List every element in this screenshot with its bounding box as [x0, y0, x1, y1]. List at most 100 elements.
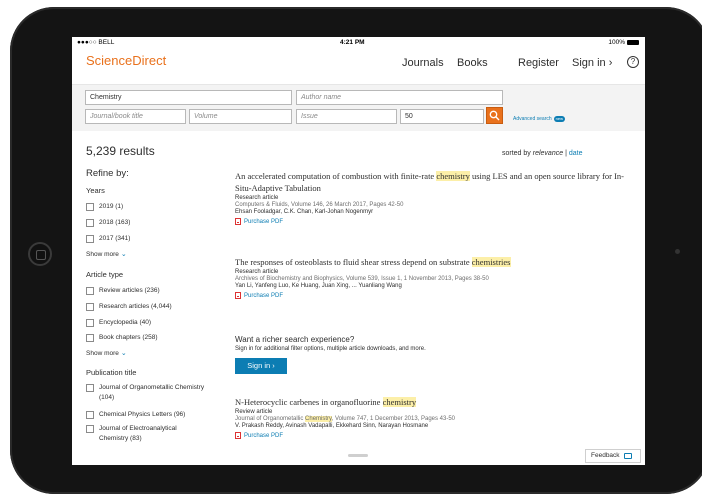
author-input[interactable]: Author name	[296, 90, 503, 105]
promo-title: Want a richer search experience?	[235, 335, 355, 344]
pdf-icon	[235, 432, 241, 439]
article-type: Research article	[235, 269, 279, 275]
article-type-heading: Article type	[86, 270, 124, 279]
years-show-more[interactable]: Show more ⌄	[86, 250, 127, 258]
filter-journal-organometallic[interactable]: Journal of Organometallic Chemistry (104…	[86, 383, 206, 403]
nav-books[interactable]: Books	[457, 57, 488, 69]
checkbox[interactable]	[86, 425, 94, 433]
keywords-input[interactable]: Chemistry	[85, 90, 292, 105]
feedback-button[interactable]: Feedback	[585, 449, 641, 463]
nav-register[interactable]: Register	[518, 57, 559, 69]
advanced-search-label: Advanced search	[513, 116, 552, 122]
checkbox[interactable]	[86, 411, 94, 419]
filter-label: Research articles (4,044)	[99, 303, 172, 310]
filter-encyclopedia[interactable]: Encyclopedia (40)	[86, 318, 206, 328]
pdf-icon	[235, 292, 241, 299]
help-icon[interactable]: ?	[627, 56, 639, 68]
filter-year-2019[interactable]: 2019 (1)	[86, 202, 206, 212]
title-highlight: chemistry	[436, 171, 470, 181]
promo-sign-in-button[interactable]: Sign in ›	[235, 358, 287, 374]
issue-input[interactable]: Issue	[296, 109, 397, 124]
purchase-pdf-link[interactable]: Purchase PDF	[235, 292, 635, 299]
checkbox[interactable]	[86, 203, 94, 211]
refine-heading: Refine by:	[86, 168, 129, 179]
article-authors: Yan Li, Yanfeng Luo, Ke Huang, Juan Xing…	[235, 283, 402, 289]
article-authors: Ehsan Fooladgar, C.K. Chan, Karl-Johan N…	[235, 209, 374, 215]
home-button[interactable]	[28, 242, 52, 266]
checkbox[interactable]	[86, 319, 94, 327]
filter-label: 2018 (163)	[99, 219, 131, 226]
article-source[interactable]: Archives of Biochemistry and Biophysics,…	[235, 276, 635, 282]
search-button[interactable]	[486, 107, 503, 124]
title-text: An accelerated computation of combustion…	[235, 171, 437, 181]
sciencedirect-logo[interactable]: ScienceDirect	[86, 53, 166, 68]
checkbox[interactable]	[86, 334, 94, 342]
result-item: The responses of osteoblasts to fluid sh…	[235, 256, 635, 299]
article-authors: V. Prakash Reddy, Avinash Vadapalli, Ekk…	[235, 423, 429, 429]
search-icon	[489, 110, 500, 121]
filter-research-articles[interactable]: Research articles (4,044)	[86, 302, 206, 312]
checkbox[interactable]	[86, 384, 94, 392]
sort-date-link[interactable]: date	[569, 150, 583, 157]
volume-input[interactable]: Volume	[189, 109, 292, 124]
filter-year-2017[interactable]: 2017 (341)	[86, 234, 206, 244]
source-text: Journal of Organometallic	[235, 416, 306, 422]
filter-label: Encyclopedia (40)	[99, 319, 152, 326]
chevron-down-icon: ⌄	[120, 350, 127, 357]
chevron-down-icon: ⌄	[120, 251, 127, 258]
source-text: , Volume 747, 1 December 2013, Pages 43-…	[331, 416, 456, 422]
pages-input[interactable]: 50	[400, 109, 484, 124]
show-more-label: Show more	[86, 251, 119, 258]
result-title[interactable]: N-Heterocyclic carbenes in organofluorin…	[235, 396, 635, 408]
camera-dot	[675, 249, 680, 254]
filter-journal-electroanalytical[interactable]: Journal of Electroanalytical Chemistry (…	[86, 424, 206, 444]
feedback-label: Feedback	[591, 452, 620, 459]
checkbox[interactable]	[86, 303, 94, 311]
purchase-pdf-link[interactable]: Purchase PDF	[235, 218, 635, 225]
screen: ●●●○○ BELL 4:21 PM 100% ScienceDirect Jo…	[72, 37, 645, 465]
nav-sign-in-label: Sign in	[572, 57, 606, 69]
checkbox[interactable]	[86, 287, 94, 295]
filter-label: Journal of Organometallic Chemistry (104…	[99, 384, 205, 401]
purchase-pdf-label: Purchase PDF	[244, 432, 284, 439]
journal-title-input[interactable]: Journal/book title	[85, 109, 186, 124]
filter-year-2018[interactable]: 2018 (163)	[86, 218, 206, 228]
battery-indicator: 100%	[608, 39, 639, 46]
sort-relevance[interactable]: relevance	[533, 150, 563, 157]
sort-separator: |	[565, 150, 567, 157]
filter-label: Chemical Physics Letters (96)	[99, 411, 186, 418]
carrier-label: ●●●○○ BELL	[77, 39, 115, 46]
result-item: N-Heterocyclic carbenes in organofluorin…	[235, 396, 635, 439]
clock: 4:21 PM	[340, 39, 365, 46]
advanced-search-link[interactable]: Advanced search new	[513, 116, 565, 122]
search-form: Chemistry Author name Journal/book title…	[72, 85, 645, 131]
filter-chemical-physics-letters[interactable]: Chemical Physics Letters (96)	[86, 410, 206, 420]
promo-subtitle: Sign in for additional filter options, m…	[235, 346, 426, 352]
checkbox[interactable]	[86, 235, 94, 243]
battery-icon	[627, 40, 639, 45]
article-type-show-more[interactable]: Show more ⌄	[86, 349, 127, 357]
filter-label: Journal of Electroanalytical Chemistry (…	[99, 425, 177, 442]
sort-prefix: sorted by	[502, 150, 531, 157]
filter-label: Book chapters (258)	[99, 334, 158, 341]
nav-sign-in[interactable]: Sign in ›	[572, 57, 612, 69]
checkbox[interactable]	[86, 219, 94, 227]
sign-in-promo: Want a richer search experience? Sign in…	[235, 335, 635, 374]
filter-book-chapters[interactable]: Book chapters (258)	[86, 333, 206, 343]
button-label: Sign in	[247, 361, 271, 370]
source-highlight: Chemistry	[305, 416, 332, 422]
filter-review-articles[interactable]: Review articles (236)	[86, 286, 206, 296]
chevron-right-icon: ›	[608, 57, 613, 69]
purchase-pdf-label: Purchase PDF	[244, 292, 284, 299]
filter-label: 2017 (341)	[99, 235, 131, 242]
sort-control: sorted by relevance | date	[502, 150, 582, 157]
nav-journals[interactable]: Journals	[402, 57, 444, 69]
article-source[interactable]: Computers & Fluids, Volume 146, 26 March…	[235, 202, 635, 208]
result-title[interactable]: The responses of osteoblasts to fluid sh…	[235, 256, 635, 268]
new-badge: new	[553, 116, 565, 122]
article-source[interactable]: Journal of Organometallic Chemistry, Vol…	[235, 416, 635, 422]
result-title[interactable]: An accelerated computation of combustion…	[235, 170, 635, 194]
article-type: Research article	[235, 195, 279, 201]
purchase-pdf-link[interactable]: Purchase PDF	[235, 432, 635, 439]
title-highlight: chemistries	[471, 257, 511, 267]
